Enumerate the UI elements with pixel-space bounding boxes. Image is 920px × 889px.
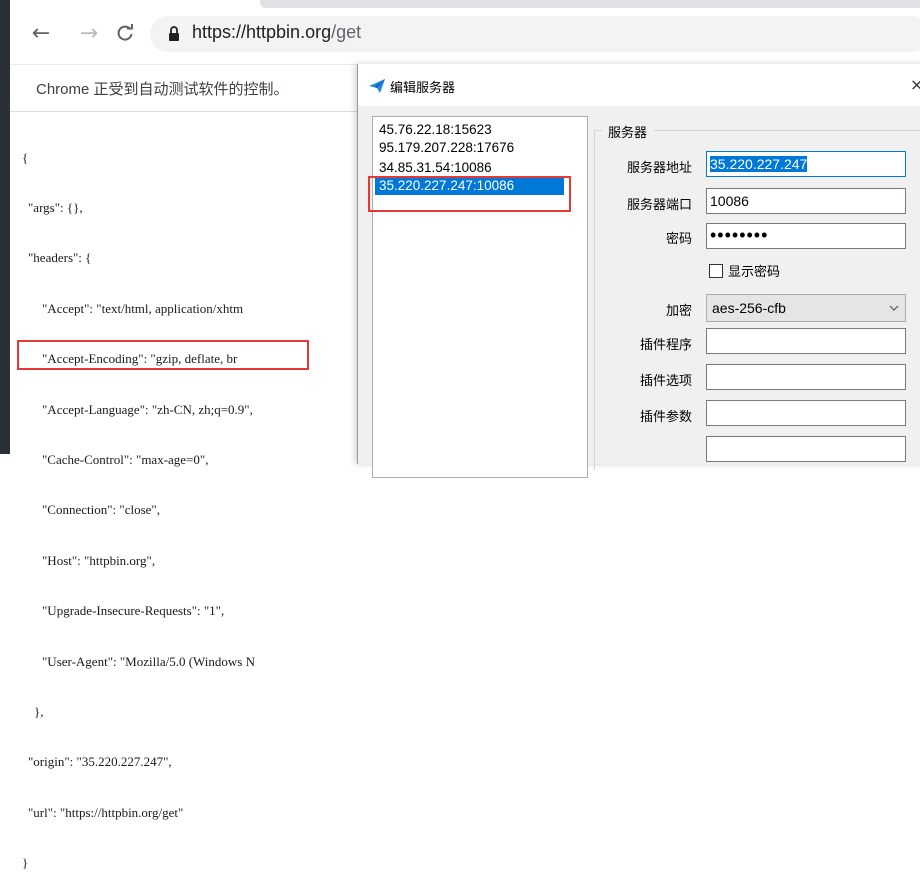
encryption-label: 加密 bbox=[665, 304, 692, 319]
json-line: "Connection": "close", bbox=[42, 502, 160, 518]
forward-icon[interactable]: → bbox=[76, 20, 102, 46]
back-icon[interactable]: ← bbox=[28, 20, 54, 46]
json-line: "Accept-Language": "zh-CN, zh;q=0.9", bbox=[42, 401, 253, 417]
plugin-args-label: 插件参数 bbox=[639, 410, 692, 425]
show-password-label[interactable]: 显示密码 bbox=[728, 261, 780, 280]
plugin-args-input[interactable] bbox=[706, 400, 906, 426]
json-line: { bbox=[22, 149, 29, 165]
server-address-label: 服务器地址 bbox=[626, 161, 692, 176]
encryption-value: aes-256-cfb bbox=[712, 300, 786, 316]
reload-icon[interactable] bbox=[112, 20, 138, 46]
server-port-input[interactable]: 10086 bbox=[706, 188, 906, 214]
password-input[interactable]: •••••••• bbox=[706, 223, 906, 249]
server-port-label: 服务器端口 bbox=[626, 198, 692, 213]
password-label: 密码 bbox=[665, 232, 692, 247]
plugin-program-label: 插件程序 bbox=[639, 338, 692, 353]
json-line-origin: "origin": "35.220.227.247", bbox=[28, 754, 172, 770]
plugin-program-input[interactable] bbox=[706, 328, 906, 354]
json-line: "headers": { bbox=[28, 250, 92, 266]
close-icon[interactable]: × bbox=[910, 75, 920, 94]
background-ide-strip bbox=[0, 0, 10, 454]
server-address-input[interactable]: 35.220.227.247 bbox=[706, 151, 906, 177]
url-text[interactable]: https://httpbin.org/get bbox=[192, 22, 361, 43]
group-border bbox=[594, 130, 595, 470]
url-host: https://httpbin.org bbox=[192, 22, 332, 42]
group-border bbox=[654, 130, 920, 131]
show-password-checkbox[interactable] bbox=[709, 264, 723, 278]
json-line: }, bbox=[34, 703, 44, 719]
group-border bbox=[594, 130, 602, 131]
dialog-title: 编辑服务器 bbox=[390, 81, 456, 96]
json-line: "Host": "httpbin.org", bbox=[42, 552, 156, 568]
json-line: "args": {}, bbox=[28, 199, 83, 215]
paper-plane-icon bbox=[369, 79, 385, 93]
origin-highlight-box bbox=[17, 340, 309, 370]
json-line: } bbox=[22, 855, 29, 871]
dialog-titlebar[interactable]: 编辑服务器 × bbox=[358, 64, 920, 106]
json-line: "Accept": "text/html, application/xhtm bbox=[42, 300, 244, 316]
tab-strip bbox=[260, 0, 920, 8]
infobar-text: Chrome 正受到自动测试软件的控制。 bbox=[36, 81, 289, 98]
url-path: /get bbox=[331, 22, 362, 42]
server-group-label: 服务器 bbox=[606, 122, 650, 141]
json-line: "Cache-Control": "max-age=0", bbox=[42, 451, 209, 467]
server-list-item[interactable]: 45.76.22.18:15623 bbox=[379, 121, 492, 139]
json-line: "User-Agent": "Mozilla/5.0 (Windows N bbox=[42, 653, 255, 669]
plugin-options-label: 插件选项 bbox=[639, 374, 692, 389]
next-field-input[interactable] bbox=[706, 436, 906, 462]
encryption-select[interactable]: aes-256-cfb bbox=[706, 294, 906, 322]
server-list-item[interactable]: 34.85.31.54:10086 bbox=[379, 159, 492, 177]
json-line: "url": "https://httpbin.org/get" bbox=[28, 804, 184, 820]
chevron-down-icon bbox=[889, 295, 899, 330]
json-line: "Upgrade-Insecure-Requests": "1", bbox=[42, 603, 225, 619]
selected-server-highlight-box bbox=[368, 176, 571, 212]
json-response: { "args": {}, "headers": { "Accept": "te… bbox=[22, 116, 255, 889]
server-list[interactable]: 45.76.22.18:15623 95.179.207.228:17676 3… bbox=[372, 116, 588, 478]
edit-server-dialog: 编辑服务器 × 45.76.22.18:15623 95.179.207.228… bbox=[357, 64, 920, 478]
server-address-value: 35.220.227.247 bbox=[710, 156, 808, 172]
server-list-item[interactable]: 95.179.207.228:17676 bbox=[379, 139, 514, 157]
lock-icon[interactable] bbox=[168, 25, 180, 43]
plugin-options-input[interactable] bbox=[706, 364, 906, 390]
